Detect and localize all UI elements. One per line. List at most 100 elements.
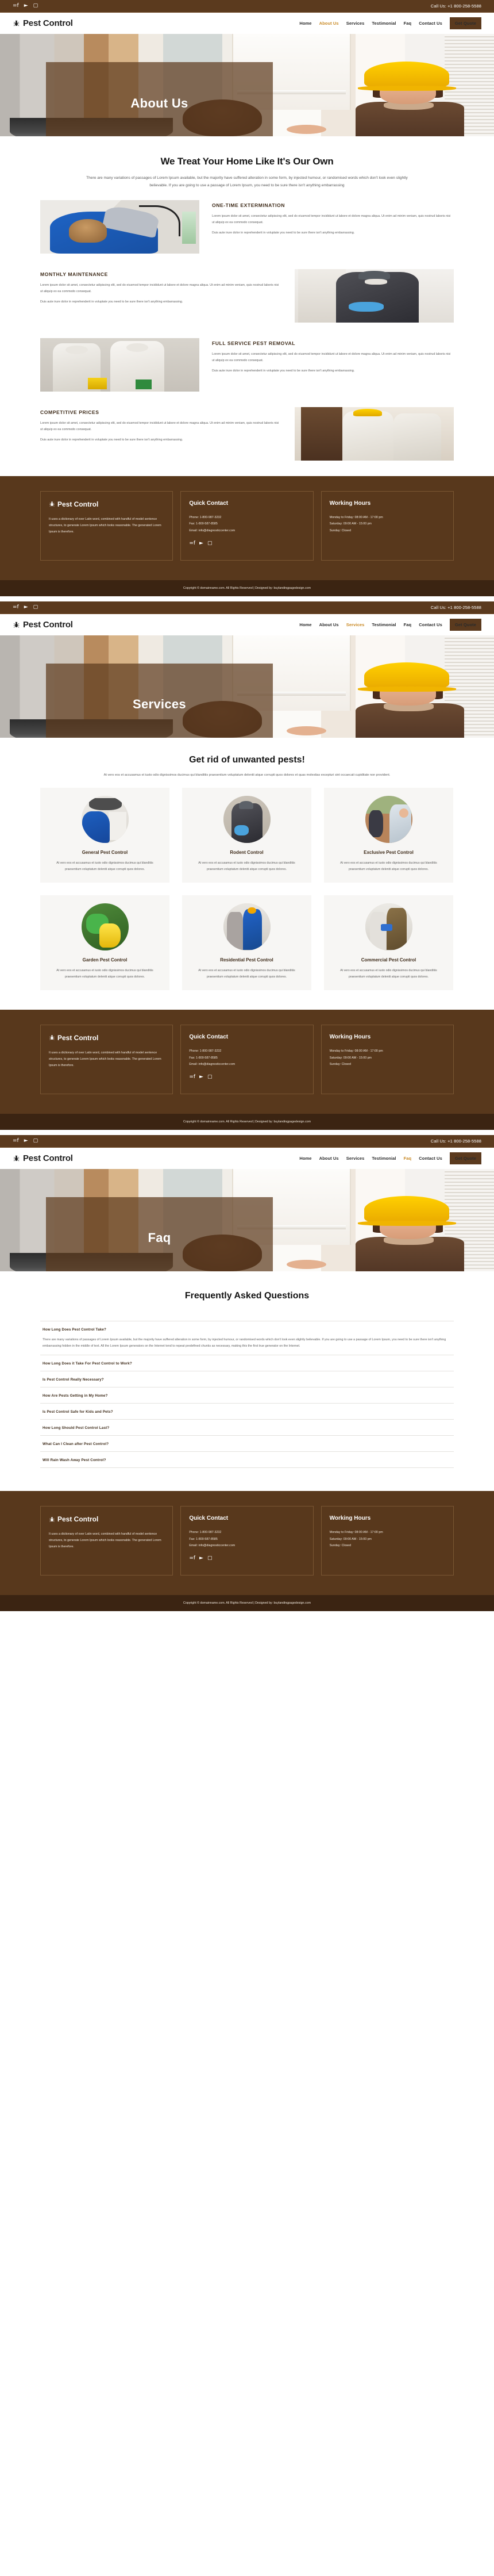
nav-item-testimonial[interactable]: Testimonial bbox=[372, 21, 396, 26]
instagram-icon[interactable]: ▢ bbox=[33, 3, 38, 9]
nav-item-faq[interactable]: Faq bbox=[404, 21, 412, 26]
instagram-icon[interactable]: ▢ bbox=[207, 540, 213, 546]
footer-fax: Fax: 1-800-587-8585 bbox=[189, 522, 218, 526]
feature-title: FULL SERVICE PEST REMOVAL bbox=[212, 340, 296, 346]
nav-item-about-us[interactable]: About Us bbox=[319, 21, 339, 26]
twitter-icon[interactable]: ► bbox=[24, 1138, 28, 1144]
facebook-icon[interactable]: =f bbox=[13, 604, 19, 610]
faq-question[interactable]: Is Pest Control Really Necessary? bbox=[43, 1378, 451, 1382]
twitter-icon[interactable]: ► bbox=[199, 540, 203, 546]
instagram-icon[interactable]: ▢ bbox=[33, 604, 38, 610]
faq-item[interactable]: How Long Should Pest Control Last? bbox=[40, 1419, 454, 1435]
faq-question[interactable]: How Long Does Pest Control Take? bbox=[43, 1328, 451, 1332]
twitter-icon[interactable]: ► bbox=[199, 1555, 203, 1561]
copyright-text: Copyright © domainname.com. All Rights R… bbox=[183, 1601, 311, 1605]
nav-item-contact-us[interactable]: Contact Us bbox=[419, 21, 442, 26]
nav-item-testimonial[interactable]: Testimonial bbox=[372, 622, 396, 627]
service-card-text: At vero eos et accusamus et iusto odio d… bbox=[56, 969, 153, 979]
facebook-icon[interactable]: =f bbox=[189, 1074, 195, 1080]
nav-item-contact-us[interactable]: Contact Us bbox=[419, 622, 442, 627]
call-us-label: Call Us: +1 800-258-5588 bbox=[430, 3, 481, 9]
hero-title-panel: Services bbox=[46, 663, 273, 738]
service-card[interactable]: Commercial Pest Control At vero eos et a… bbox=[324, 895, 453, 990]
service-card[interactable]: Rodent Control At vero eos et accusamus … bbox=[182, 788, 311, 883]
footer-brand[interactable]: Pest Control bbox=[49, 1515, 164, 1523]
nav-links-services: Home About Us Services Testimonial Faq C… bbox=[299, 618, 481, 631]
service-card-title: Exclusive Pest Control bbox=[364, 850, 414, 856]
feature-paragraph-1: Lorem ipsum dolor sit amet, consectetur … bbox=[212, 352, 451, 362]
nav-item-services[interactable]: Services bbox=[346, 21, 365, 26]
faq-question[interactable]: How Are Pests Getting in My Home? bbox=[43, 1394, 451, 1398]
footer-about-column: Pest Control It uses a dictionary of ove… bbox=[40, 490, 173, 561]
instagram-icon[interactable]: ▢ bbox=[33, 1138, 38, 1144]
nav-item-faq[interactable]: Faq bbox=[404, 622, 412, 627]
facebook-icon[interactable]: =f bbox=[189, 1555, 195, 1561]
footer-email[interactable]: Email: info@diagnosticcenter.com bbox=[189, 528, 304, 535]
nav-item-about-us[interactable]: About Us bbox=[319, 1156, 339, 1161]
faq-item[interactable]: What Can I Clean after Pest Control? bbox=[40, 1435, 454, 1451]
nav-item-home[interactable]: Home bbox=[299, 21, 311, 26]
faq-question[interactable]: What Can I Clean after Pest Control? bbox=[43, 1442, 451, 1446]
screen-services: =f ► ▢ Call Us: +1 800-258-5588 Pest Con… bbox=[0, 601, 494, 1130]
nav-item-contact-us[interactable]: Contact Us bbox=[419, 1156, 442, 1161]
footer-about-column: Pest Control It uses a dictionary of ove… bbox=[40, 1506, 173, 1575]
instagram-icon[interactable]: ▢ bbox=[207, 1074, 213, 1080]
footer-phone: Phone: 1-800-987-3232 bbox=[189, 1531, 222, 1535]
feature-paragraph-2: Duis aute irure dolor in reprehenderit i… bbox=[212, 231, 355, 235]
service-card[interactable]: General Pest Control At vero eos et accu… bbox=[40, 788, 169, 883]
footer-brand[interactable]: Pest Control bbox=[49, 500, 164, 508]
faq-question[interactable]: How Long Does it Take For Pest Control t… bbox=[43, 1362, 451, 1366]
nav-item-testimonial[interactable]: Testimonial bbox=[372, 1156, 396, 1161]
nav-item-about-us[interactable]: About Us bbox=[319, 622, 339, 627]
footer-email[interactable]: Email: info@diagnosticcenter.com bbox=[189, 1543, 304, 1550]
brand-logo[interactable]: Pest Control bbox=[13, 18, 73, 28]
twitter-icon[interactable]: ► bbox=[199, 1074, 203, 1080]
footer: Pest Control It uses a dictionary of ove… bbox=[0, 1009, 494, 1114]
footer-phone: Phone: 1-800-987-3232 bbox=[189, 1049, 222, 1053]
faq-item[interactable]: Is Pest Control Really Necessary? bbox=[40, 1371, 454, 1387]
footer-contact-title: Quick Contact bbox=[189, 1515, 229, 1522]
service-card[interactable]: Residential Pest Control At vero eos et … bbox=[182, 895, 311, 990]
copyright-bar: Copyright © domainname.com. All Rights R… bbox=[0, 1113, 494, 1130]
instagram-icon[interactable]: ▢ bbox=[207, 1555, 213, 1561]
bug-icon bbox=[13, 20, 20, 26]
get-quote-button[interactable]: Get Quote bbox=[449, 17, 481, 29]
brand-logo[interactable]: Pest Control bbox=[13, 620, 73, 630]
about-intro-text: There are many variations of passages of… bbox=[86, 176, 408, 187]
facebook-icon[interactable]: =f bbox=[13, 1138, 19, 1144]
nav-item-home[interactable]: Home bbox=[299, 622, 311, 627]
faq-item[interactable]: Is Pest Control Safe for Kids and Pets? bbox=[40, 1403, 454, 1419]
nav-item-services[interactable]: Services bbox=[346, 622, 365, 627]
faq-question[interactable]: Will Rain Wash Away Pest Control? bbox=[43, 1458, 451, 1462]
faq-question[interactable]: Is Pest Control Safe for Kids and Pets? bbox=[43, 1410, 451, 1414]
twitter-icon[interactable]: ► bbox=[24, 3, 28, 9]
footer-brand[interactable]: Pest Control bbox=[49, 1034, 164, 1042]
facebook-icon[interactable]: =f bbox=[13, 3, 19, 9]
service-card-text: At vero eos et accusamus et iusto odio d… bbox=[198, 861, 295, 871]
copyright-bar: Copyright © domainname.com. All Rights R… bbox=[0, 580, 494, 596]
bug-icon bbox=[49, 1035, 55, 1041]
faq-item[interactable]: How Long Does it Take For Pest Control t… bbox=[40, 1355, 454, 1371]
page-title: Faq bbox=[148, 1230, 171, 1245]
service-card[interactable]: Exclusive Pest Control At vero eos et ac… bbox=[324, 788, 453, 883]
service-card[interactable]: Garden Pest Control At vero eos et accus… bbox=[40, 895, 169, 990]
brand-name: Pest Control bbox=[23, 18, 73, 28]
nav-item-faq[interactable]: Faq bbox=[404, 1156, 412, 1161]
footer-brand-name: Pest Control bbox=[57, 500, 99, 508]
faq-item[interactable]: Will Rain Wash Away Pest Control? bbox=[40, 1451, 454, 1469]
brand-logo[interactable]: Pest Control bbox=[13, 1153, 73, 1163]
feature-image-exterminator bbox=[40, 200, 199, 254]
faq-question[interactable]: How Long Should Pest Control Last? bbox=[43, 1426, 451, 1430]
nav-item-home[interactable]: Home bbox=[299, 1156, 311, 1161]
facebook-icon[interactable]: =f bbox=[189, 540, 195, 546]
nav-item-services[interactable]: Services bbox=[346, 1156, 365, 1161]
topbar: =f ► ▢ Call Us: +1 800-258-5588 bbox=[0, 1134, 494, 1148]
get-quote-button[interactable]: Get Quote bbox=[449, 618, 481, 631]
footer-email[interactable]: Email: info@diagnosticcenter.com bbox=[189, 1061, 304, 1068]
get-quote-button[interactable]: Get Quote bbox=[449, 1152, 481, 1164]
twitter-icon[interactable]: ► bbox=[24, 604, 28, 610]
faq-item[interactable]: How Are Pests Getting in My Home? bbox=[40, 1387, 454, 1403]
service-card-title: Rodent Control bbox=[230, 850, 264, 856]
service-card-text: At vero eos et accusamus et iusto odio d… bbox=[340, 969, 437, 979]
faq-item[interactable]: How Long Does Pest Control Take? There a… bbox=[40, 1320, 454, 1355]
